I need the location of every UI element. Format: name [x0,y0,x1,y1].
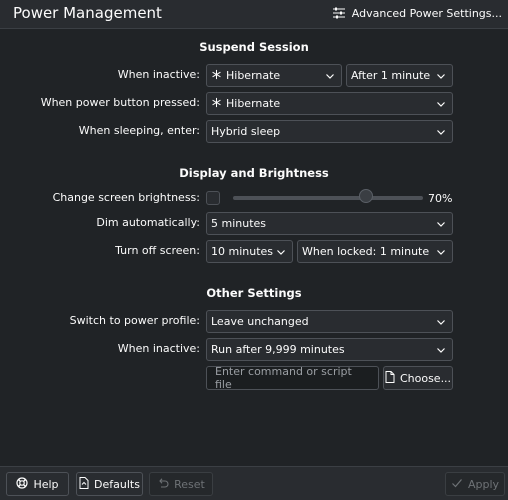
power-button-label: When power button pressed: [40,96,200,109]
advanced-power-settings-button[interactable]: Advanced Power Settings... [330,3,504,23]
brightness-label: Change screen brightness: [52,191,200,204]
run-command-inactive-value: Run after 9,999 minutes [211,343,345,356]
snowflake-icon [211,69,222,83]
display-brightness-title: Display and Brightness [179,166,329,180]
reset-label: Reset [174,477,205,491]
chevron-down-icon [437,129,445,135]
brightness-checkbox[interactable] [206,191,220,205]
chevron-down-icon [437,347,445,353]
chevron-down-icon [326,73,334,79]
when-inactive-label: When inactive: [117,68,200,81]
lifebuoy-icon [16,476,29,492]
sliders-icon [332,6,346,20]
dim-automatically-combo[interactable]: 5 minutes [206,212,453,235]
defaults-button[interactable]: Defaults [76,472,143,496]
power-button-action-combo[interactable]: Hibernate [206,92,453,115]
power-profile-label: Switch to power profile: [69,314,200,327]
header: Power Management Advanced Power Settings… [0,0,508,29]
turn-off-screen-combo[interactable]: 10 minutes [206,240,293,263]
chevron-down-icon [437,101,445,107]
choose-file-label: Choose... [399,371,452,385]
run-command-inactive-label: When inactive: [117,342,200,355]
dim-automatically-label: Dim automatically: [96,216,200,229]
turn-off-screen-label: Turn off screen: [115,244,200,257]
turn-off-locked-value: When locked: 1 minute [302,245,430,258]
page-title: Power Management [13,4,162,22]
brightness-slider-track[interactable] [233,196,423,200]
footer-bar: Help Defaults Reset Apply [0,466,508,500]
chevron-down-icon [437,249,445,255]
apply-button[interactable]: Apply [445,472,505,496]
undo-icon [157,477,169,492]
command-input-placeholder: Enter command or script file [215,365,352,391]
choose-file-button[interactable]: Choose... [383,366,453,390]
inactive-action-combo[interactable]: Hibernate [206,64,342,87]
suspend-session-title: Suspend Session [199,40,309,54]
file-icon [385,370,395,386]
chevron-down-icon [277,249,285,255]
document-revert-icon [79,476,89,492]
power-profile-combo[interactable]: Leave unchanged [206,310,453,333]
sleeping-mode-value: Hybrid sleep [211,125,281,138]
power-profile-value: Leave unchanged [211,315,309,328]
inactive-delay-combo[interactable]: After 1 minute [346,64,453,87]
sleeping-mode-combo[interactable]: Hybrid sleep [206,120,453,143]
chevron-down-icon [437,319,445,325]
help-button[interactable]: Help [6,472,69,496]
checkmark-icon [451,477,463,492]
dim-automatically-value: 5 minutes [211,217,267,230]
run-command-inactive-combo[interactable]: Run after 9,999 minutes [206,338,453,361]
inactive-delay-value: After 1 minute [351,69,431,82]
sleeping-mode-label: When sleeping, enter: [78,124,200,137]
apply-label: Apply [467,477,500,491]
brightness-slider-handle[interactable] [359,189,373,203]
power-button-action-value: Hibernate [226,97,281,110]
other-settings-title: Other Settings [206,286,302,300]
chevron-down-icon [437,73,445,79]
snowflake-icon [211,97,222,111]
defaults-label: Defaults [94,477,140,491]
advanced-power-settings-label: Advanced Power Settings... [351,6,502,20]
inactive-action-value: Hibernate [226,69,281,82]
reset-button[interactable]: Reset [149,472,213,496]
brightness-value: 70% [428,192,453,205]
chevron-down-icon [437,221,445,227]
turn-off-screen-value: 10 minutes [211,245,274,258]
turn-off-locked-combo[interactable]: When locked: 1 minute [297,240,453,263]
command-input[interactable]: Enter command or script file [206,365,379,391]
help-label: Help [33,477,59,491]
